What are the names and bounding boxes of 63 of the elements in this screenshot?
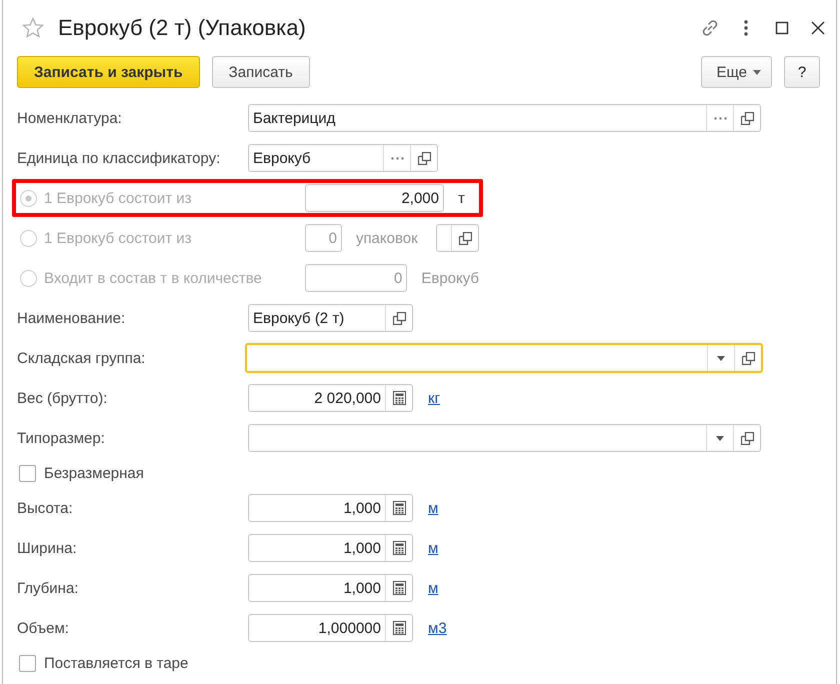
input-field[interactable] <box>248 424 761 452</box>
number-field[interactable]: 1,000 <box>248 534 413 562</box>
open-icon[interactable] <box>418 152 430 164</box>
calculator-icon[interactable] <box>392 391 406 405</box>
field-label: Ширина: <box>17 540 78 556</box>
unit-link[interactable]: м <box>428 500 438 516</box>
ellipsis-icon[interactable] <box>390 156 404 160</box>
unit-link[interactable]: м3 <box>428 620 447 636</box>
input-field[interactable]: Еврокуб <box>248 144 438 172</box>
field-label: Номенклатура: <box>17 110 123 126</box>
field-label: Глубина: <box>17 580 80 596</box>
open-icon[interactable] <box>458 232 472 244</box>
open-icon[interactable] <box>740 432 754 444</box>
input-field[interactable] <box>245 343 763 373</box>
radio-button[interactable] <box>20 230 37 246</box>
window-title: Еврокуб (2 т) (Упаковка) <box>58 15 307 41</box>
radio-label: 1 Еврокуб состоит из <box>44 230 192 246</box>
input-field[interactable] <box>436 224 479 252</box>
checkbox[interactable] <box>19 464 36 482</box>
save-button[interactable]: Записать <box>212 56 310 88</box>
field-label: Наименование: <box>17 310 126 326</box>
unit-label: упаковок <box>356 230 418 246</box>
number-field[interactable]: 2 020,000 <box>248 384 413 412</box>
checkbox-label: Поставляется в таре <box>44 654 188 672</box>
field-label: Складская группа: <box>17 350 146 366</box>
field-label: Типоразмер: <box>17 430 106 446</box>
radio-label: Входит в состав т в количестве <box>44 270 262 286</box>
open-icon[interactable] <box>740 112 754 124</box>
calculator-icon[interactable] <box>392 581 406 595</box>
star-icon[interactable] <box>22 17 44 39</box>
unit-link[interactable]: кг <box>428 390 440 406</box>
calculator-icon[interactable] <box>392 541 406 555</box>
number-field[interactable]: 1,000 <box>248 574 413 602</box>
unit-link[interactable]: м <box>428 580 438 596</box>
help-button[interactable]: ? <box>784 56 820 88</box>
number-field[interactable]: 1,000000 <box>248 614 413 642</box>
unit-label: т <box>458 190 465 206</box>
number-field[interactable]: 2,000 <box>305 184 444 212</box>
calculator-icon[interactable] <box>392 501 406 515</box>
caret-icon <box>753 70 761 74</box>
field-label: Объем: <box>17 620 70 636</box>
radio-button[interactable] <box>20 190 37 206</box>
input-field[interactable]: Бактерицид <box>248 104 761 132</box>
save-and-close-button[interactable]: Записать и закрыть <box>17 56 200 88</box>
open-icon[interactable] <box>392 312 406 324</box>
checkbox[interactable] <box>19 654 36 672</box>
calculator-icon[interactable] <box>392 621 406 635</box>
field-label: Единица по классификатору: <box>17 150 222 166</box>
link-icon[interactable] <box>700 18 720 38</box>
field-label: Высота: <box>17 500 74 516</box>
field-label: Вес (брутто): <box>17 390 108 406</box>
dropdown-icon[interactable] <box>717 356 725 360</box>
radio-label: 1 Еврокуб состоит из <box>44 190 192 206</box>
radio-button[interactable] <box>20 270 37 286</box>
open-icon[interactable] <box>742 352 754 364</box>
dropdown-icon[interactable] <box>716 436 724 440</box>
number-field[interactable]: 1,000 <box>248 494 413 522</box>
checkbox-label: Безразмерная <box>44 464 144 482</box>
input-field[interactable]: Еврокуб (2 т) <box>248 304 413 332</box>
more-button[interactable]: Еще <box>701 56 772 88</box>
unit-label: Еврокуб <box>421 270 479 286</box>
unit-link[interactable]: м <box>428 540 438 556</box>
ellipsis-icon[interactable] <box>714 116 726 120</box>
